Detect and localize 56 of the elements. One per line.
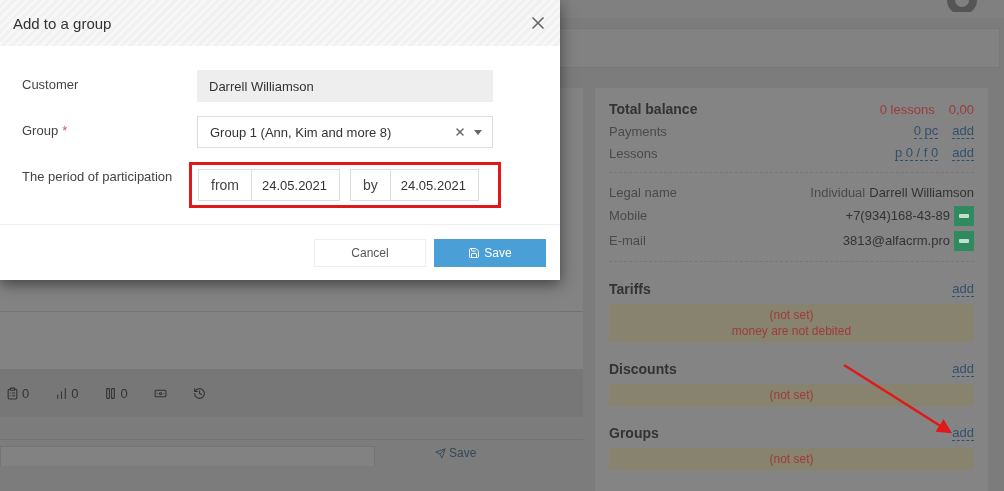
- add-link[interactable]: add: [952, 123, 974, 139]
- section-title: Total balance: [609, 101, 698, 117]
- from-label: from: [198, 169, 252, 201]
- add-link[interactable]: add: [952, 145, 974, 161]
- lessons-balance: 0 lessons: [879, 101, 935, 117]
- bar-chart-icon: [55, 386, 69, 400]
- toolbar-item[interactable]: [192, 386, 206, 400]
- history-icon: [192, 386, 206, 400]
- toolbar-item[interactable]: 0: [6, 385, 30, 401]
- minus-icon: [959, 238, 969, 243]
- cancel-button[interactable]: Cancel: [314, 239, 426, 267]
- from-date-input[interactable]: 24.05.2021: [252, 169, 340, 201]
- pause-icon: [104, 386, 118, 400]
- send-icon: [435, 447, 446, 459]
- contact-value: 3813@alfacrm.pro: [842, 233, 950, 248]
- notice-text: money are not debited: [731, 323, 852, 339]
- notice-text: (not set): [769, 451, 814, 467]
- section-title: Tariffs: [609, 281, 651, 297]
- money-balance: 0,00: [948, 101, 974, 117]
- save-button[interactable]: Save: [434, 239, 546, 267]
- row-label: Payments: [609, 123, 667, 139]
- add-link[interactable]: add: [952, 361, 974, 377]
- field-label: The period of participation: [22, 168, 174, 184]
- dialog-title: Add to a group: [13, 14, 112, 32]
- toolbar-item[interactable]: 0: [55, 385, 79, 401]
- value-link[interactable]: p 0 / f 0: [894, 145, 939, 161]
- customer-field: Darrell Williamson: [197, 70, 493, 102]
- row-label: Lessons: [609, 145, 658, 161]
- toolbar-item[interactable]: 0: [104, 385, 128, 401]
- row-label: Mobile: [609, 208, 648, 223]
- by-date-input[interactable]: 24.05.2021: [390, 169, 479, 201]
- caret-icon: [474, 129, 482, 135]
- add-link[interactable]: add: [952, 281, 974, 297]
- minus-icon: [959, 213, 969, 218]
- contact-button[interactable]: [954, 205, 974, 226]
- clipboard-icon: [6, 386, 19, 400]
- by-label: by: [350, 169, 391, 201]
- legal-name: Darrell Williamson: [869, 184, 974, 200]
- contact-value: +7(934)168-43-89: [845, 208, 950, 223]
- section-title: Discounts: [609, 361, 677, 377]
- add-link[interactable]: add: [952, 425, 974, 441]
- row-label: Legal name: [609, 184, 677, 200]
- notice-text: (not set): [769, 387, 814, 403]
- group-select[interactable]: Group 1 (Ann, Kim and more 8): [197, 116, 493, 148]
- avatar-icon: [944, 0, 980, 12]
- value-link[interactable]: 0 pc: [913, 123, 939, 139]
- section-title: Groups: [609, 425, 659, 441]
- required-mark: *: [62, 123, 68, 138]
- notice-text: (not set): [769, 307, 814, 323]
- field-label: Customer: [22, 76, 80, 92]
- send-link[interactable]: Save: [435, 446, 477, 460]
- legal-type: Individual: [810, 184, 866, 200]
- clear-icon[interactable]: [454, 126, 466, 138]
- contact-button[interactable]: [954, 230, 974, 251]
- field-label: Group *: [22, 122, 69, 138]
- row-label: E-mail: [609, 233, 646, 248]
